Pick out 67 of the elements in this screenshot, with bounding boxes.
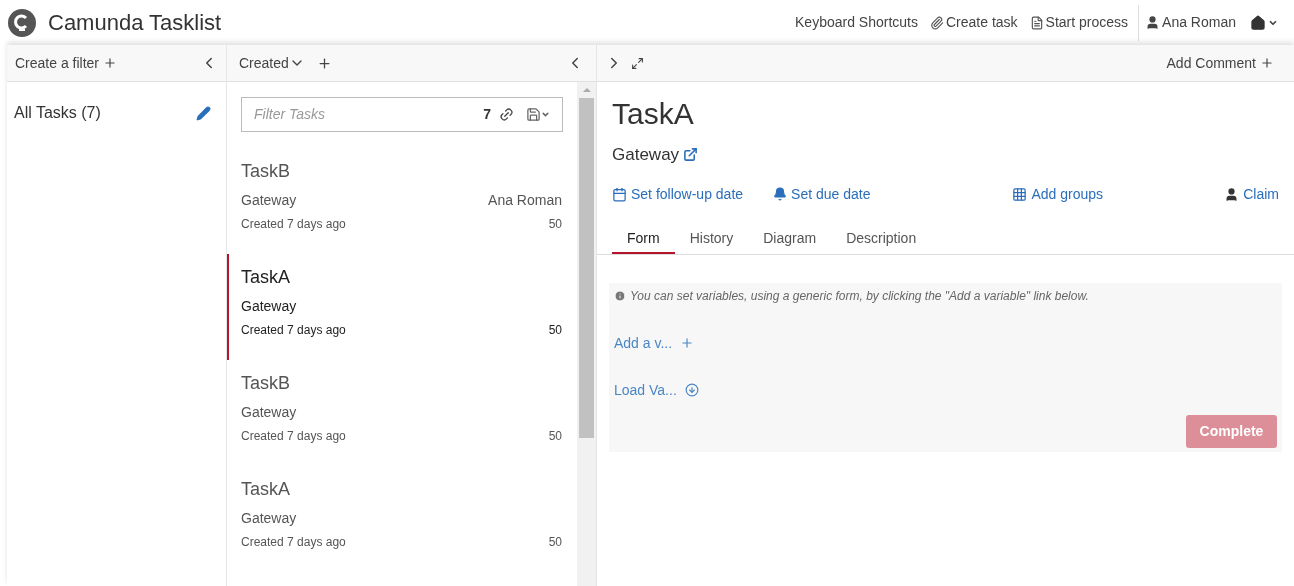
task-name: TaskA — [241, 266, 292, 289]
header-link[interactable]: Create task — [924, 12, 1024, 33]
bell-icon — [773, 187, 788, 201]
plus-icon — [103, 56, 118, 70]
grid-icon — [1012, 186, 1028, 202]
header-link[interactable]: Start process — [1023, 12, 1135, 33]
action-link[interactable]: Set follow-up date — [612, 183, 744, 205]
logo-icon — [8, 8, 36, 37]
filter-label: All Tasks (7) — [14, 103, 101, 123]
add-comment-button[interactable]: Add Comment — [1166, 52, 1274, 74]
action-link[interactable]: Claim — [1224, 183, 1279, 205]
edit-icon[interactable] — [196, 105, 211, 121]
action-link[interactable]: Set due date — [773, 183, 871, 205]
sort-button[interactable]: Created — [239, 52, 305, 74]
form-link[interactable]: Add a v... — [614, 332, 1277, 354]
floppy-icon — [526, 107, 541, 122]
created-date: Created 7 days ago — [241, 534, 346, 551]
assignee: Ana Roman — [488, 191, 562, 210]
home-icon — [1250, 14, 1266, 31]
form-link[interactable]: Load Va... — [614, 379, 1277, 401]
process-name: Gateway — [241, 191, 297, 210]
task-name: TaskB — [241, 160, 292, 183]
caret-icon — [541, 110, 550, 119]
created-date: Created 7 days ago — [241, 428, 346, 445]
complete-button: Complete — [1186, 414, 1277, 448]
task-item[interactable]: TaskB Gateway Created 7 days ago 50 — [227, 360, 577, 466]
task-item[interactable]: TaskA Gateway Created 7 days ago 50 — [227, 466, 577, 572]
info-icon — [614, 289, 626, 302]
process-name: Gateway — [241, 297, 297, 316]
priority: 50 — [548, 216, 562, 233]
tab[interactable]: History — [674, 224, 749, 254]
form-hint: You can set variables, using a generic form, by clicking the "Add a variable" link below. — [630, 287, 1089, 305]
paperclip-icon — [930, 15, 944, 30]
list-icon — [1029, 15, 1044, 30]
task-count: 7 — [483, 105, 491, 124]
priority: 50 — [548, 428, 562, 445]
process-name: Gateway — [241, 403, 297, 422]
user-icon — [1224, 186, 1240, 202]
process-name: Gateway — [241, 509, 297, 528]
tab[interactable]: Form — [612, 224, 675, 254]
tab[interactable]: Description — [831, 224, 932, 254]
task-name: TaskB — [241, 372, 292, 395]
plus-icon — [1260, 56, 1274, 70]
tab[interactable]: Diagram — [748, 224, 832, 254]
header-link[interactable]: Ana Roman — [1139, 12, 1242, 33]
priority: 50 — [548, 534, 562, 551]
header-link[interactable]: Keyboard Shortcuts — [789, 12, 924, 33]
scrollbar[interactable] — [577, 82, 596, 586]
process-name: Gateway — [612, 144, 680, 166]
task-item[interactable]: TaskB Gateway Ana Roman Created 7 days ago 50 — [227, 148, 577, 254]
priority: 50 — [548, 322, 562, 339]
plus-icon — [680, 336, 695, 350]
task-name: TaskA — [241, 478, 292, 501]
app-title: Camunda Tasklist — [48, 9, 222, 37]
add-sort-icon[interactable] — [316, 55, 332, 71]
calendar-icon — [612, 186, 627, 202]
user-icon — [1145, 15, 1161, 30]
maximize-icon[interactable] — [631, 56, 644, 70]
filter-tasks-field[interactable]: Filter Tasks 7 — [241, 97, 563, 132]
download-icon — [684, 383, 699, 397]
created-date: Created 7 days ago — [241, 216, 346, 233]
task-title: TaskA — [612, 96, 695, 132]
action-link[interactable]: Add groups — [1012, 183, 1104, 205]
save-menu-button[interactable] — [526, 107, 550, 122]
created-date: Created 7 days ago — [241, 322, 346, 339]
external-link-icon[interactable] — [683, 147, 699, 163]
filter-input[interactable]: Filter Tasks — [254, 104, 484, 125]
